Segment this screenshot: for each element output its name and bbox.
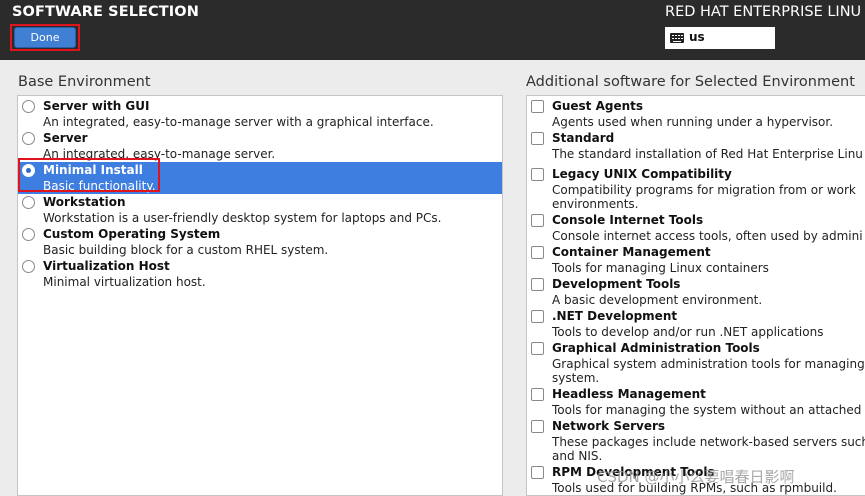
page-title: SOFTWARE SELECTION — [12, 4, 199, 20]
checkbox[interactable] — [531, 342, 544, 355]
keyboard-layout-label: us — [689, 30, 705, 44]
radio-button[interactable] — [22, 196, 35, 209]
selection-highlight-box — [18, 158, 160, 192]
checkbox[interactable] — [531, 420, 544, 433]
addon-title: Container Management — [552, 245, 711, 259]
checkbox[interactable] — [531, 466, 544, 479]
addon-title: Console Internet Tools — [552, 213, 704, 227]
addon-title: Network Servers — [552, 419, 666, 433]
checkbox[interactable] — [531, 132, 544, 145]
addon-desc: Agents used when running under a hypervi… — [552, 115, 834, 129]
addon-title: Headless Management — [552, 387, 706, 401]
additional-software-heading: Additional software for Selected Environ… — [526, 74, 855, 90]
addon-desc: The standard installation of Red Hat Ent… — [552, 147, 863, 161]
checkbox[interactable] — [531, 100, 544, 113]
addon-desc: A basic development environment. — [552, 293, 763, 307]
env-option-workstation[interactable]: Workstation Workstation is a user-friend… — [18, 194, 502, 226]
addon-desc: Tools for managing Linux containers — [552, 261, 769, 275]
watermark: CSDN @小小么要唱春日影啊 — [597, 468, 795, 486]
additional-software-list: Guest Agents Agents used when running un… — [526, 95, 865, 496]
addon-desc: These packages include network-based ser… — [552, 435, 865, 463]
addon-title: Graphical Administration Tools — [552, 341, 760, 355]
addon-desc: Compatibility programs for migration fro… — [552, 183, 856, 211]
done-button[interactable]: Done — [14, 27, 76, 48]
env-option-title: Custom Operating System — [43, 227, 221, 241]
env-option-server-with-gui[interactable]: Server with GUI An integrated, easy-to-m… — [18, 98, 502, 130]
checkbox[interactable] — [531, 214, 544, 227]
base-environment-list: Server with GUI An integrated, easy-to-m… — [17, 95, 503, 496]
addon-title: Guest Agents — [552, 99, 644, 113]
addon-title: Development Tools — [552, 277, 681, 291]
env-option-title: Workstation — [43, 195, 126, 209]
env-option-desc: Minimal virtualization host. — [43, 275, 206, 289]
checkbox[interactable] — [531, 310, 544, 323]
env-option-desc: Basic building block for a custom RHEL s… — [43, 243, 329, 257]
checkbox[interactable] — [531, 388, 544, 401]
env-option-title: Server — [43, 131, 88, 145]
checkbox[interactable] — [531, 246, 544, 259]
radio-button[interactable] — [22, 132, 35, 145]
base-environment-heading: Base Environment — [18, 74, 151, 90]
env-option-custom-os[interactable]: Custom Operating System Basic building b… — [18, 226, 502, 258]
checkbox[interactable] — [531, 168, 544, 181]
keyboard-icon — [670, 33, 684, 43]
checkbox[interactable] — [531, 278, 544, 291]
env-option-virtualization-host[interactable]: Virtualization Host Minimal virtualizati… — [18, 258, 502, 290]
radio-button[interactable] — [22, 100, 35, 113]
addon-title: .NET Development — [552, 309, 678, 323]
radio-button[interactable] — [22, 228, 35, 241]
top-bar: SOFTWARE SELECTION RED HAT ENTERPRISE LI… — [0, 0, 865, 60]
addon-desc: Tools to develop and/or run .NET applica… — [552, 325, 824, 339]
addon-desc: Console internet access tools, often use… — [552, 229, 863, 243]
addon-title: Standard — [552, 131, 615, 145]
keyboard-layout-indicator[interactable]: us — [665, 27, 775, 49]
radio-button[interactable] — [22, 260, 35, 273]
env-option-desc: An integrated, easy-to-manage server wit… — [43, 115, 434, 129]
env-option-title: Server with GUI — [43, 99, 150, 113]
addon-desc: Graphical system administration tools fo… — [552, 357, 865, 385]
env-option-desc: Workstation is a user-friendly desktop s… — [43, 211, 442, 225]
addon-title: Legacy UNIX Compatibility — [552, 167, 732, 181]
product-name: RED HAT ENTERPRISE LINU — [665, 4, 862, 20]
addon-desc: Tools for managing the system without an… — [552, 403, 862, 417]
env-option-title: Virtualization Host — [43, 259, 170, 273]
